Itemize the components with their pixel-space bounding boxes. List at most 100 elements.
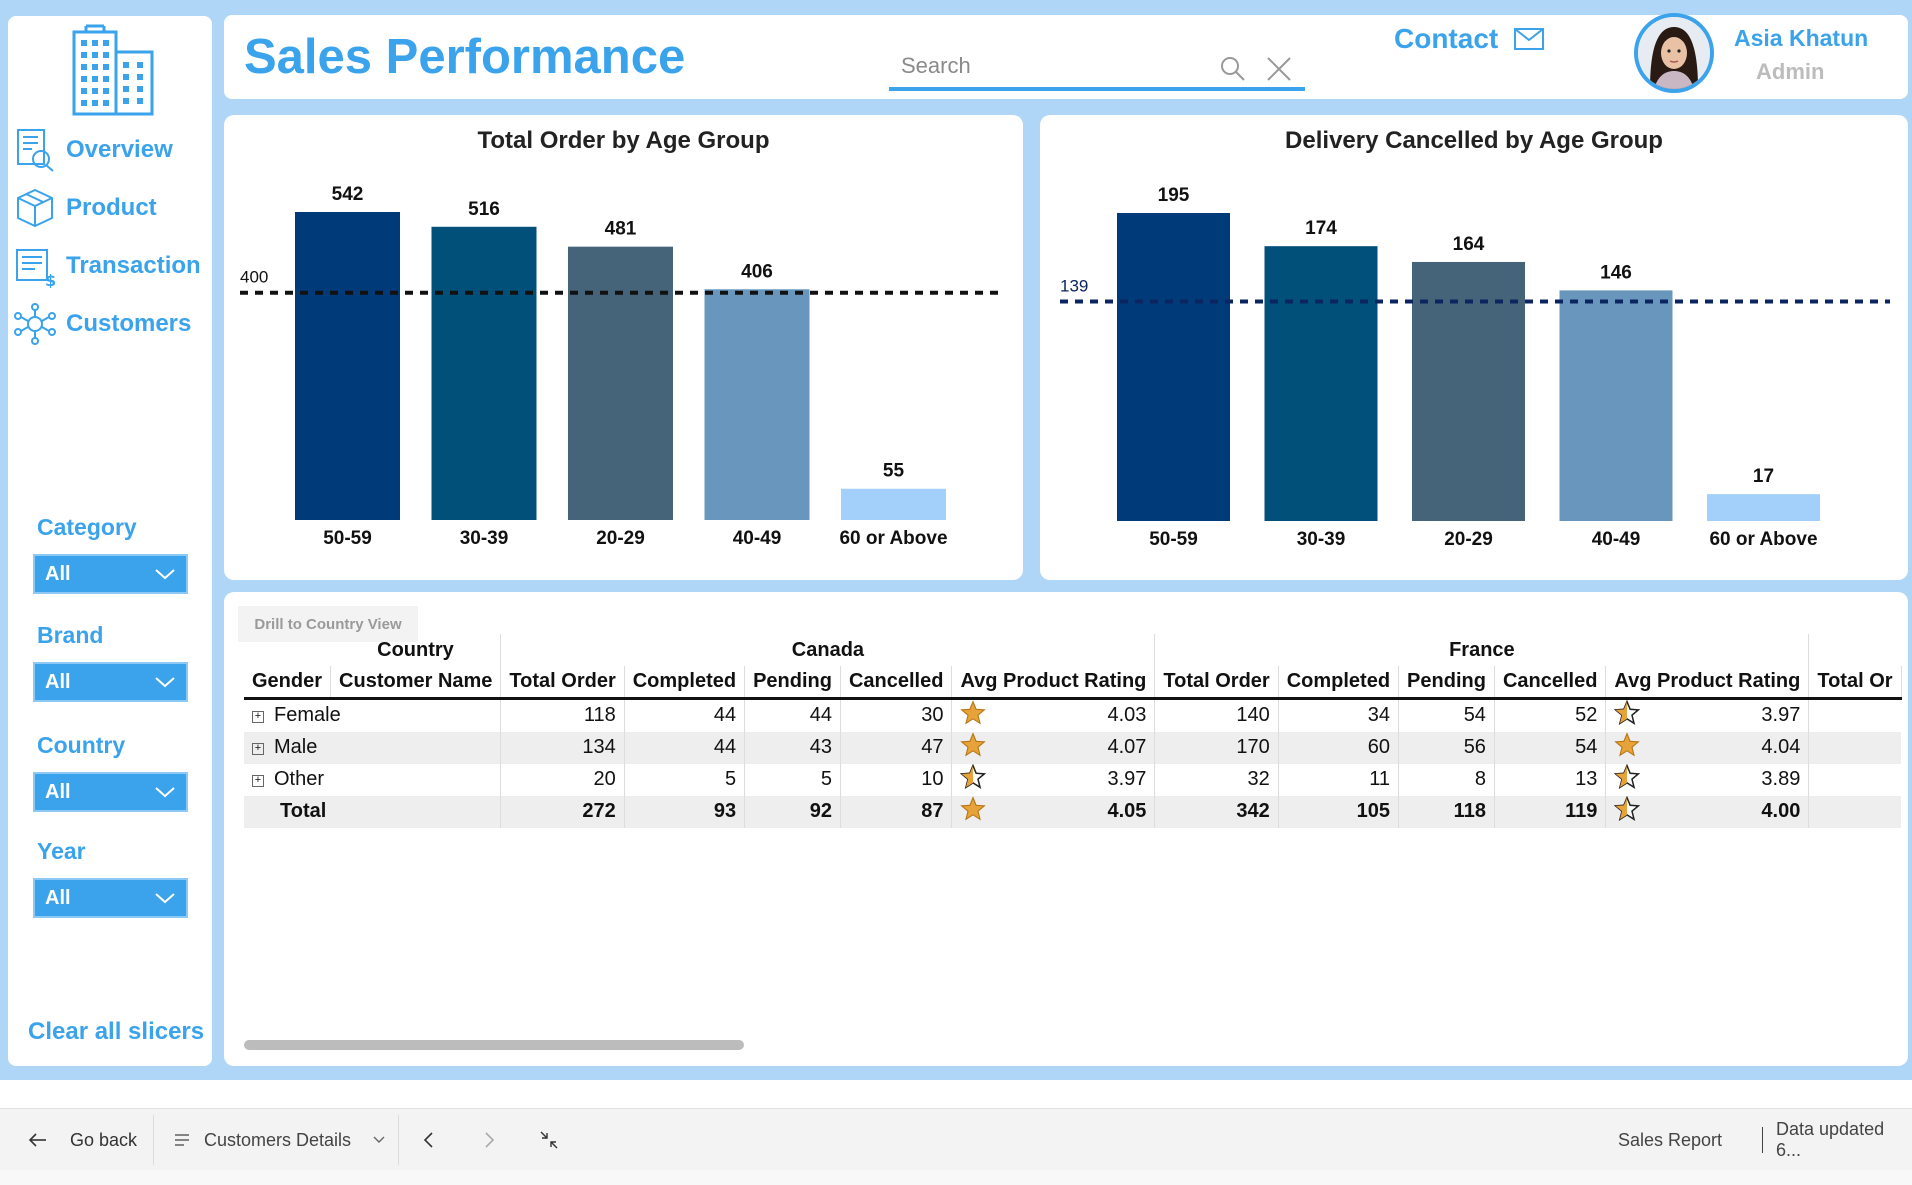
search-icon[interactable] xyxy=(1219,55,1247,83)
nav-customers-label: Customers xyxy=(66,310,192,337)
france-cell: 119 xyxy=(1494,795,1607,828)
contact-label: Contact xyxy=(1394,23,1499,54)
canada-avg-rating-cell: 4.05 xyxy=(996,795,1156,828)
customer-name-column-header[interactable]: Customer Name xyxy=(330,666,502,700)
chevron-right-icon xyxy=(485,1132,495,1148)
bar-30-39[interactable] xyxy=(1264,246,1378,521)
star-full-icon xyxy=(1614,731,1641,756)
sidebar: Overview Product $ Transaction Customers… xyxy=(8,16,212,1066)
report-name: Sales Report xyxy=(1618,1129,1723,1150)
year-slicer-dropdown[interactable]: All xyxy=(33,878,188,918)
country-slicer-dropdown[interactable]: All xyxy=(33,772,188,812)
extra-total-order-header[interactable]: Total Or xyxy=(1808,666,1902,700)
nav-customers[interactable]: Customers xyxy=(12,296,208,352)
canada-avg-rating-cell: 3.97 xyxy=(996,763,1156,796)
star-half-icon xyxy=(1614,763,1641,789)
france-cell: 34 xyxy=(1278,698,1400,732)
canada-cell: 5 xyxy=(624,763,746,796)
gender-column-header[interactable]: Gender xyxy=(244,666,332,700)
canada-avg-rating-header[interactable]: Avg Product Rating xyxy=(951,666,1156,700)
building-logo-icon xyxy=(72,24,154,116)
canada-cell: 47 xyxy=(840,731,953,764)
nav-product[interactable]: Product xyxy=(12,180,208,236)
star-half-icon xyxy=(1614,699,1641,725)
expand-row-icon[interactable]: + xyxy=(252,711,264,723)
nav-transaction[interactable]: $ Transaction xyxy=(12,238,208,294)
chevron-down-icon xyxy=(373,1136,385,1143)
collapse-icon xyxy=(540,1131,558,1149)
france-total-order-header[interactable]: Total Order xyxy=(1154,666,1279,700)
bar-40-49[interactable] xyxy=(704,289,810,520)
expand-row-icon[interactable]: + xyxy=(252,743,264,755)
extra-cell xyxy=(1808,731,1902,764)
user-name: Asia Khatun xyxy=(1734,25,1869,51)
france-avg-rating-cell: 4.04 xyxy=(1650,731,1810,764)
overview-report-icon xyxy=(12,127,58,173)
canada-total-order-header[interactable]: Total Order xyxy=(500,666,625,700)
nav-overview[interactable]: Overview xyxy=(12,122,208,178)
category-slicer-dropdown[interactable]: All xyxy=(33,554,188,594)
bottom-navigation-bar: Go back Customers Details Sales Report D… xyxy=(0,1108,1912,1170)
brand-slicer-value: All xyxy=(45,670,71,693)
bar-40-49[interactable] xyxy=(1559,290,1673,521)
country-slicer-value: All xyxy=(45,780,71,803)
extra-cell xyxy=(1809,698,1901,732)
next-page-button[interactable] xyxy=(484,1109,496,1171)
page-selector[interactable]: Customers Details xyxy=(174,1109,385,1171)
search-box xyxy=(889,47,1305,91)
data-updated-status: Data updated 6... xyxy=(1776,1119,1885,1160)
chevron-down-icon xyxy=(155,677,175,688)
data-label: 174 xyxy=(1305,218,1337,239)
reference-line-label: 139 xyxy=(1060,276,1088,295)
clear-all-slicers-button[interactable]: Clear all slicers xyxy=(28,1018,204,1046)
data-label: 164 xyxy=(1453,234,1485,255)
row-label: + Male xyxy=(244,731,502,764)
horizontal-scrollbar[interactable] xyxy=(244,1040,744,1050)
france-pending-header[interactable]: Pending xyxy=(1398,666,1495,700)
exit-fullscreen-button[interactable] xyxy=(540,1109,558,1171)
bar-50-59[interactable] xyxy=(295,212,400,520)
x-tick-label: 30-39 xyxy=(460,528,509,549)
matrix-column-header-row: Gender Customer Name Total Order Complet… xyxy=(244,666,1902,700)
bar-30-39[interactable] xyxy=(431,226,537,520)
bar-50-59[interactable] xyxy=(1117,213,1230,521)
x-tick-label: 60 or Above xyxy=(839,528,947,549)
canada-cell: 44 xyxy=(624,731,746,764)
table-row[interactable]: + Other 20 5 5 10 3.97 32 11 8 13 3.89 xyxy=(244,763,1901,796)
canada-cell: 134 xyxy=(500,731,625,764)
bar-20-29[interactable] xyxy=(568,246,673,521)
canada-cancelled-header[interactable]: Cancelled xyxy=(840,666,953,700)
country-header-france: France xyxy=(1154,634,1810,666)
star-full-icon xyxy=(960,795,987,820)
bar-60 or Above[interactable] xyxy=(841,488,946,520)
row-label-text: Male xyxy=(274,736,318,758)
france-avg-rating-header[interactable]: Avg Product Rating xyxy=(1605,666,1810,700)
search-input[interactable] xyxy=(901,53,1201,79)
go-back-button[interactable]: Go back xyxy=(28,1109,137,1171)
expand-row-icon[interactable]: + xyxy=(252,775,264,787)
table-row[interactable]: + Female 118 44 44 30 4.03 140 34 54 52 3.97 xyxy=(244,698,1901,732)
canada-cell: 92 xyxy=(744,795,841,828)
matrix-total-row[interactable]: Total 272 93 92 87 4.05 342 105 118 119 4.00 xyxy=(244,795,1902,828)
close-icon[interactable] xyxy=(1265,55,1293,83)
brand-slicer-dropdown[interactable]: All xyxy=(33,662,188,702)
canada-cell: 272 xyxy=(500,795,625,828)
canada-pending-header[interactable]: Pending xyxy=(744,666,841,700)
france-avg-rating-cell: 4.00 xyxy=(1650,795,1810,828)
previous-page-button[interactable] xyxy=(422,1109,434,1171)
contact-button[interactable]: Contact xyxy=(1394,23,1545,55)
france-cell: 32 xyxy=(1154,763,1279,796)
table-row[interactable]: + Male 134 44 43 47 4.07 170 60 56 54 4.04 xyxy=(244,731,1902,764)
x-tick-label: 40-49 xyxy=(733,528,782,549)
canada-rating-star xyxy=(951,795,997,828)
france-cancelled-header[interactable]: Cancelled xyxy=(1494,666,1607,700)
france-cell: 342 xyxy=(1154,795,1279,828)
data-label: 55 xyxy=(883,461,905,482)
canada-completed-header[interactable]: Completed xyxy=(624,666,746,700)
france-completed-header[interactable]: Completed xyxy=(1278,666,1400,700)
x-tick-label: 60 or Above xyxy=(1709,529,1817,550)
go-back-label: Go back xyxy=(70,1129,138,1150)
data-label: 195 xyxy=(1158,185,1190,206)
star-full-icon xyxy=(960,699,987,724)
bar-60 or Above[interactable] xyxy=(1707,494,1820,521)
